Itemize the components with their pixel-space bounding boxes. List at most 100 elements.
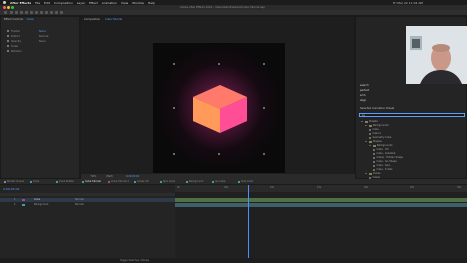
timeline-tab[interactable]: Background (186, 180, 203, 183)
disclosure-triangle-icon[interactable] (369, 145, 371, 146)
menu-view[interactable]: View (121, 1, 128, 5)
puppet-tool-icon[interactable] (60, 11, 63, 14)
hand-tool-icon[interactable] (15, 11, 18, 14)
prop-row[interactable]: Fractal None (7, 30, 46, 34)
menu-file[interactable]: File (35, 1, 40, 5)
close-window-icon[interactable] (3, 6, 6, 9)
checkbox[interactable] (7, 35, 9, 37)
layer-name[interactable]: Cube (34, 198, 40, 201)
preset-tree-row[interactable]: Cubes - Hidden Shape (373, 156, 403, 159)
checkbox[interactable] (7, 40, 9, 42)
checkbox[interactable] (7, 30, 9, 32)
preset-tree-row[interactable]: Cubes (365, 172, 380, 175)
menu-layer[interactable]: Layer (77, 1, 85, 5)
timeline-tab[interactable]: Cubes 3D (134, 180, 149, 183)
prop-row[interactable]: Rotation (7, 50, 22, 54)
preset-tree-row[interactable]: Cube - Iso Shape (373, 160, 397, 163)
camera-tool-icon[interactable] (30, 11, 33, 14)
effect-controls-tab[interactable]: Effect Controls Cube (4, 18, 34, 21)
transform-handle[interactable] (263, 153, 265, 155)
preset-tree-row[interactable]: Cube - Spin (373, 164, 390, 167)
transform-handle[interactable] (218, 63, 220, 65)
transform-handle[interactable] (173, 107, 175, 109)
layer-color-label[interactable] (22, 204, 25, 206)
prop-row[interactable]: Distort Normal (7, 35, 48, 39)
layer-mode[interactable]: Normal (75, 203, 84, 206)
menu-animation[interactable]: Animation (102, 1, 117, 5)
layer-name[interactable]: Background (34, 203, 48, 206)
timeline-tab[interactable]: Spin Cube (160, 180, 175, 183)
transform-handle[interactable] (263, 107, 265, 109)
toggle-switches-modes[interactable]: Toggle Switches / Modes (120, 259, 149, 262)
cube-layer[interactable] (189, 81, 251, 137)
selection-tool-icon[interactable] (10, 11, 13, 14)
timeline-tab[interactable]: Cube Tutorial 2 (108, 180, 129, 183)
timeline-tab[interactable]: Cube (30, 180, 39, 183)
shape-tool-icon[interactable] (40, 11, 43, 14)
pen-tool-icon[interactable] (45, 11, 48, 14)
prop-row[interactable]: Scale (7, 45, 18, 49)
preset-tree-row[interactable]: Shapes (365, 140, 382, 143)
timeline-tab[interactable]: Cube Rotate (56, 180, 74, 183)
layer-row[interactable]: 1 Cube Normal (0, 198, 175, 202)
preset-search-field[interactable]: cu (359, 113, 465, 117)
preset-tree-row[interactable]: Cube - 3D (373, 148, 388, 151)
checkbox[interactable] (7, 50, 9, 52)
preset-tree-row[interactable]: Backgrounds (369, 144, 393, 147)
timeline-timecode[interactable]: 0;00;03;02 (3, 187, 19, 191)
app-name[interactable]: After Effects (10, 1, 31, 5)
menu-window[interactable]: Window (132, 1, 144, 5)
timeline-tab[interactable]: Iso Cube (212, 180, 225, 183)
layer-bar-cube[interactable] (175, 198, 467, 202)
menu-help[interactable]: Help (148, 1, 155, 5)
preset-tree-row[interactable]: Cube - Gradient (373, 152, 395, 155)
disclosure-triangle-icon[interactable] (365, 141, 367, 142)
disclosure-triangle-icon[interactable] (365, 173, 367, 174)
time-ruler[interactable]: 0s 05s 10s 15s 20s 25s 30s (175, 185, 467, 192)
home-icon[interactable] (4, 11, 7, 14)
pan-behind-tool-icon[interactable] (35, 11, 38, 14)
playhead[interactable] (248, 185, 249, 258)
disclosure-triangle-icon[interactable] (361, 121, 363, 122)
preset-tree-row[interactable]: Cube - 6 Side (373, 168, 393, 171)
menu-composition[interactable]: Composition (54, 1, 73, 5)
zoom-window-icon[interactable] (11, 6, 14, 9)
preset-tree-row[interactable]: Cube (369, 128, 379, 131)
layer-row[interactable]: 2 Background Normal (0, 203, 175, 207)
prop-row[interactable]: Opacity None (7, 40, 46, 44)
resolution-select[interactable]: (Half) (106, 175, 113, 178)
minimize-window-icon[interactable] (7, 6, 10, 9)
disclosure-triangle-icon[interactable] (365, 125, 367, 126)
layer-bar-background[interactable] (175, 203, 467, 207)
prop-value[interactable]: None (39, 30, 46, 33)
transform-handle[interactable] (218, 153, 220, 155)
composition-subtab[interactable]: Cube Tutorial (105, 18, 122, 21)
transform-handle[interactable] (173, 63, 175, 65)
timeline-tab[interactable]: Render Queue (4, 180, 24, 183)
layer-mode[interactable]: Normal (75, 198, 84, 201)
menu-edit[interactable]: Edit (44, 1, 50, 5)
rotate-tool-icon[interactable] (25, 11, 28, 14)
text-tool-icon[interactable] (50, 11, 53, 14)
zoom-tool-icon[interactable] (20, 11, 23, 14)
timeline-tab[interactable]: Cube Tutorial (82, 180, 101, 183)
preset-tree-row[interactable]: Backgrounds (365, 124, 389, 127)
timeline-tab[interactable]: Side Cube (238, 180, 253, 183)
preset-tree-row[interactable]: Presets (361, 120, 378, 123)
panel-option[interactable]: align (360, 99, 366, 102)
layer-color-label[interactable] (22, 199, 25, 201)
composition-canvas[interactable] (143, 37, 295, 177)
zoom-level[interactable]: 50% (91, 175, 96, 178)
checkbox[interactable] (7, 45, 9, 47)
apple-icon[interactable] (3, 1, 6, 4)
transform-handle[interactable] (173, 153, 175, 155)
panel-option[interactable]: perfect (360, 89, 369, 92)
prop-value[interactable]: None (39, 40, 46, 43)
brush-tool-icon[interactable] (55, 11, 58, 14)
panel-option[interactable]: search (360, 84, 369, 87)
menu-effect[interactable]: Effect (89, 1, 98, 5)
preset-tree-row[interactable]: Cube 2 (369, 132, 381, 135)
preset-tree-row[interactable]: Geometry Cube (369, 136, 391, 139)
panel-option[interactable]: smh (360, 94, 366, 97)
composition-tab[interactable]: Composition Cube Tutorial (84, 18, 122, 21)
